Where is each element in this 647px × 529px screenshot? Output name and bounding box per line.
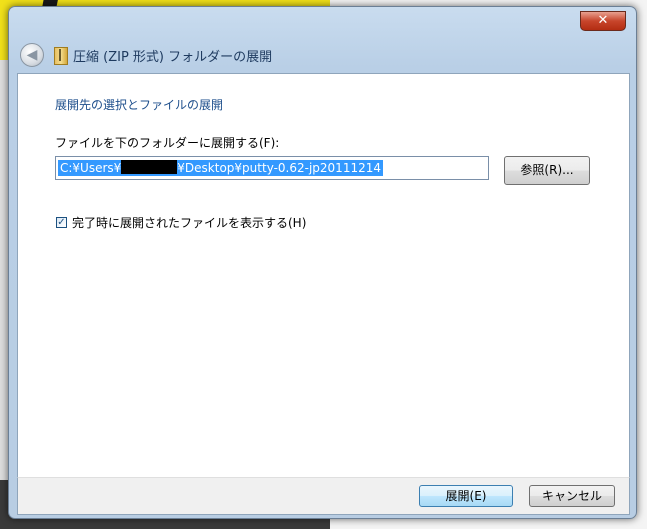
path-prefix: C:¥Users¥: [60, 161, 122, 175]
dialog-title: 圧縮 (ZIP 形式) フォルダーの展開: [73, 50, 273, 65]
close-icon: ✕: [597, 13, 609, 28]
path-selection: C:¥Users¥ ¥Desktop¥putty-0.62-jp20111214: [58, 160, 383, 176]
back-arrow-icon: ◀: [26, 47, 38, 63]
checkmark-icon: ✓: [57, 217, 66, 228]
dialog-content: 展開先の選択とファイルの展開 ファイルを下のフォルダーに展開する(F): C:¥…: [17, 73, 630, 478]
destination-path-input[interactable]: C:¥Users¥ ¥Desktop¥putty-0.62-jp20111214: [55, 156, 489, 180]
show-files-label: 完了時に展開されたファイルを表示する(H): [72, 216, 307, 230]
extract-zip-dialog: ✕ ◀ 圧縮 (ZIP 形式) フォルダーの展開 展開先の選択とファイルの展開 …: [8, 6, 637, 519]
cancel-button[interactable]: キャンセル: [529, 485, 615, 507]
back-button[interactable]: ◀: [20, 43, 44, 67]
browse-button[interactable]: 参照(R)...: [504, 156, 590, 185]
show-files-checkbox[interactable]: ✓: [56, 217, 67, 228]
dialog-footer: 展開(E) キャンセル: [17, 477, 630, 515]
redacted-username: [121, 160, 178, 174]
section-title: 展開先の選択とファイルの展開: [55, 98, 224, 112]
destination-label: ファイルを下のフォルダーに展開する(F):: [55, 136, 280, 150]
path-suffix: ¥Desktop¥putty-0.62-jp20111214: [177, 161, 381, 175]
zip-folder-icon: [54, 47, 68, 65]
extract-button[interactable]: 展開(E): [419, 485, 513, 507]
close-button[interactable]: ✕: [580, 11, 626, 31]
